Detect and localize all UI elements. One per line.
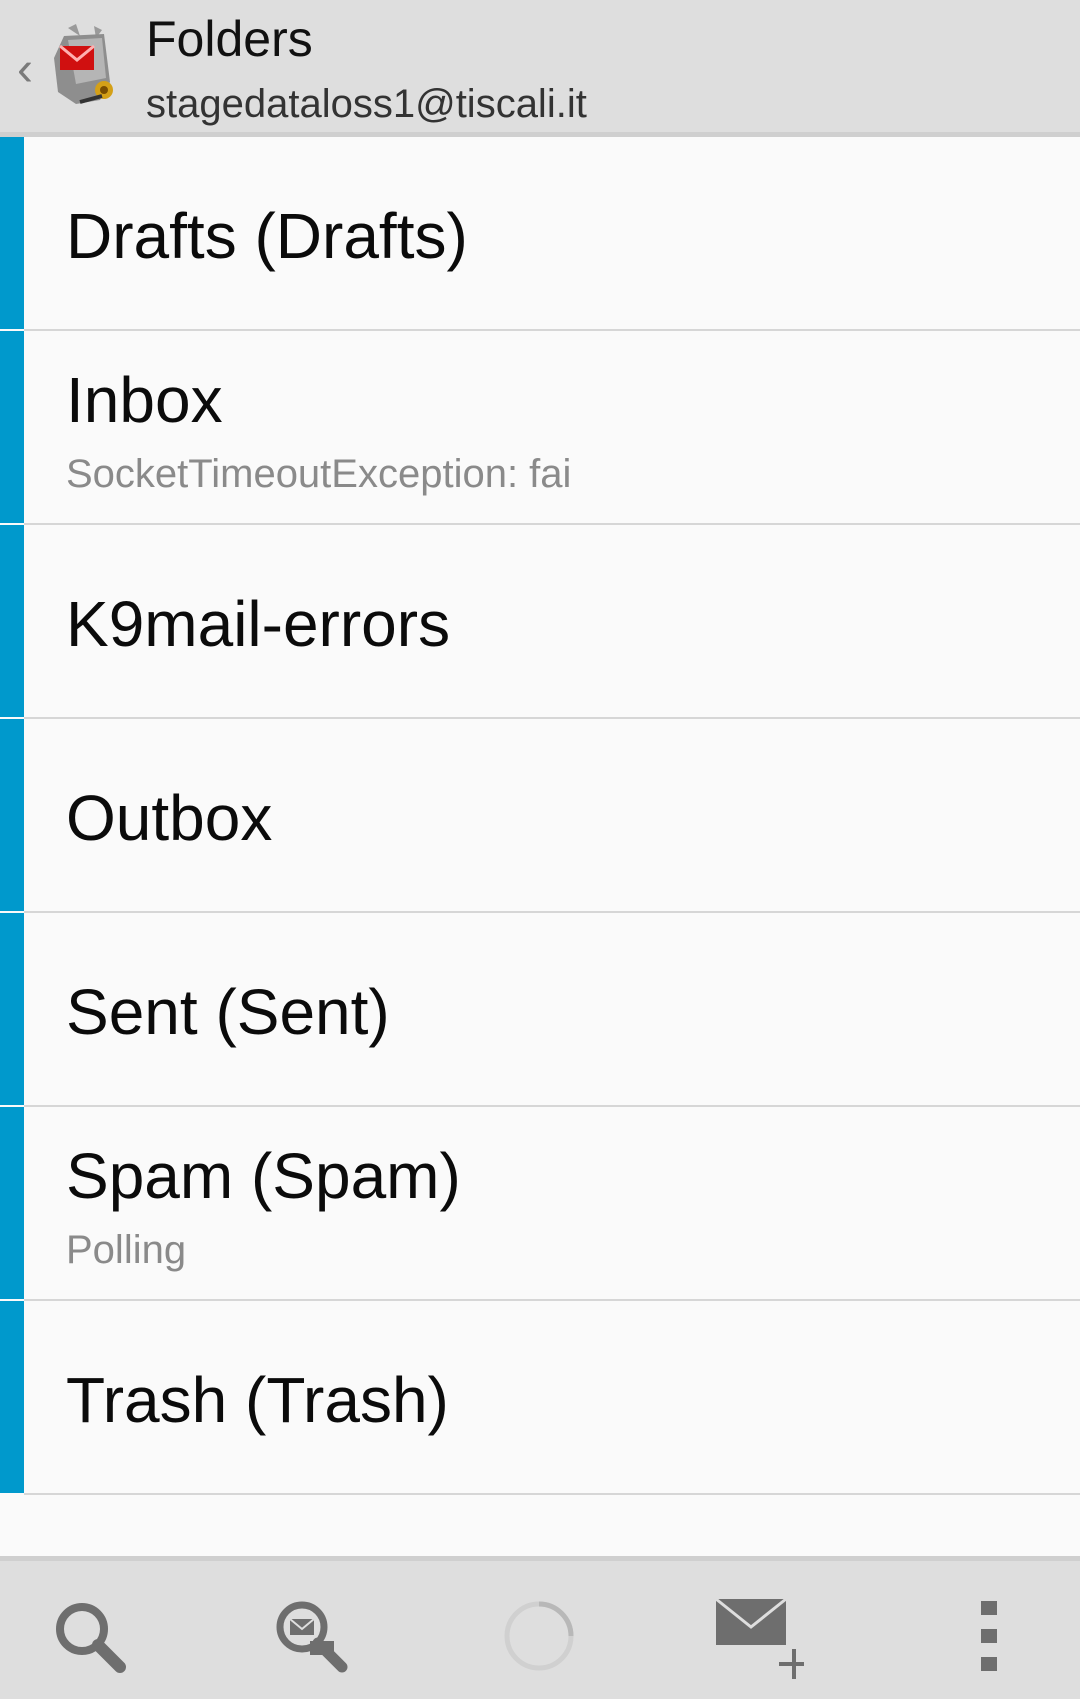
compose-button[interactable]: [714, 1591, 809, 1681]
overflow-menu-button[interactable]: [944, 1591, 1034, 1681]
folder-accent-bar: [0, 525, 24, 717]
folder-accent-bar: [0, 1301, 24, 1493]
search-messages-button[interactable]: [266, 1591, 356, 1681]
up-navigation-icon[interactable]: ‹: [10, 40, 40, 100]
folder-name: Sent (Sent): [66, 976, 390, 1048]
folder-accent-bar: [0, 331, 24, 523]
folder-item-spam[interactable]: Spam (Spam) Polling: [0, 1107, 1080, 1301]
action-bar: ‹ Folders stagedataloss1@tiscali.it: [0, 0, 1080, 137]
folder-name: Spam (Spam): [66, 1140, 461, 1212]
overflow-menu-icon: [981, 1601, 997, 1671]
folder-item-k9mail-errors[interactable]: K9mail-errors: [0, 525, 1080, 719]
folder-accent-bar: [0, 913, 24, 1105]
folder-status: Polling: [66, 1228, 187, 1272]
folder-item-inbox[interactable]: Inbox SocketTimeoutException: fai: [0, 331, 1080, 525]
refresh-spinner-icon: [504, 1601, 574, 1671]
folder-item-drafts[interactable]: Drafts (Drafts): [0, 137, 1080, 331]
folder-name: Trash (Trash): [66, 1364, 449, 1436]
folder-name: Inbox: [66, 364, 223, 436]
folder-name: Outbox: [66, 782, 273, 854]
bottom-action-bar: [0, 1556, 1080, 1699]
divider: [24, 1493, 1080, 1495]
compose-icon: [715, 1597, 809, 1679]
folder-item-trash[interactable]: Trash (Trash): [0, 1301, 1080, 1495]
app-logo-icon[interactable]: [46, 22, 122, 112]
search-icon: [56, 1603, 126, 1673]
page-title: Folders: [146, 11, 313, 67]
screen: ‹ Folders stagedataloss1@tiscali.it Draf…: [0, 0, 1080, 1699]
refresh-button[interactable]: [494, 1591, 584, 1681]
folder-accent-bar: [0, 1107, 24, 1299]
folder-status: SocketTimeoutException: fai: [66, 452, 572, 496]
folder-name: Drafts (Drafts): [66, 200, 468, 272]
search-button[interactable]: [44, 1591, 134, 1681]
folder-item-sent[interactable]: Sent (Sent): [0, 913, 1080, 1107]
folder-accent-bar: [0, 719, 24, 911]
folder-name: K9mail-errors: [66, 588, 451, 660]
search-messages-icon: [276, 1601, 348, 1673]
account-email: stagedataloss1@tiscali.it: [146, 82, 587, 126]
folder-accent-bar: [0, 137, 24, 329]
folder-item-outbox[interactable]: Outbox: [0, 719, 1080, 913]
folder-list: Drafts (Drafts) Inbox SocketTimeoutExcep…: [0, 137, 1080, 1497]
